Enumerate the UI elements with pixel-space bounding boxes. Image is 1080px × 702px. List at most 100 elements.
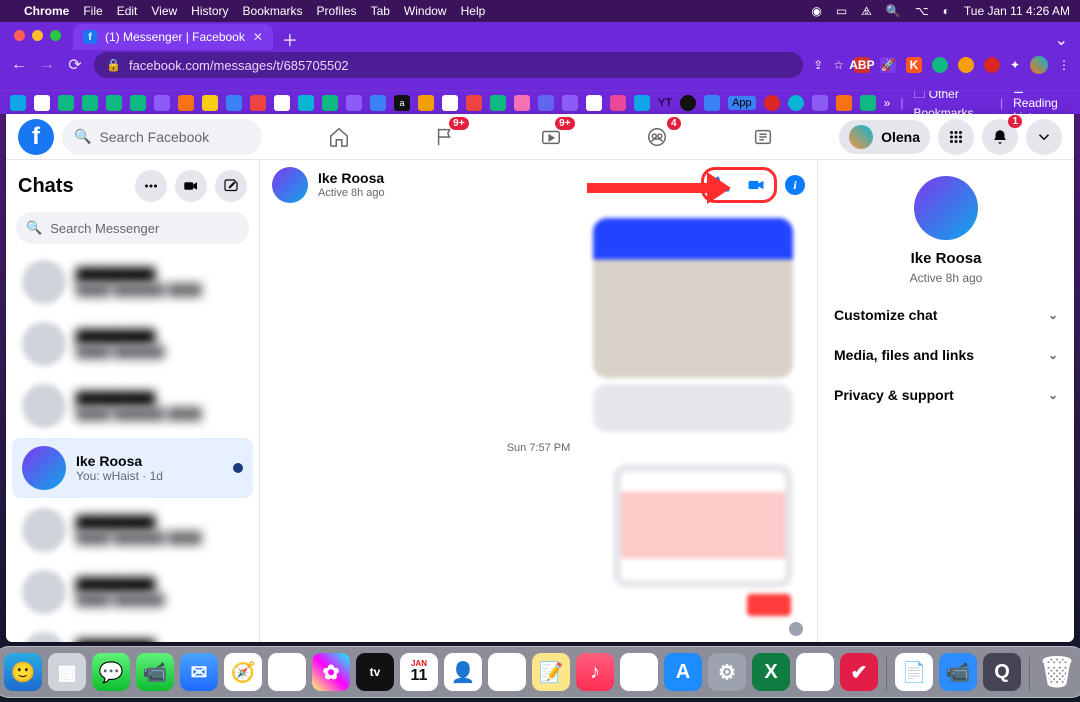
browser-tab[interactable]: f (1) Messenger | Facebook ✕ [73, 24, 273, 50]
dock-mail-icon[interactable]: ✉ [180, 653, 218, 691]
tab-close-icon[interactable]: ✕ [253, 30, 263, 44]
message-image[interactable] [747, 594, 791, 616]
dock-calendar-icon[interactable]: JAN11 [400, 653, 438, 691]
extension-orange-icon[interactable] [958, 57, 974, 73]
battery-icon[interactable]: ▭ [836, 4, 847, 18]
dock-chrome-icon[interactable]: ◉ [796, 653, 834, 691]
bookmark-icon[interactable] [10, 95, 26, 111]
extension-green-icon[interactable] [932, 57, 948, 73]
reading-list-button[interactable]: ☰ Reading List [1013, 90, 1070, 114]
menu-file[interactable]: File [83, 4, 102, 18]
thread-item-active[interactable]: Ike RoosaYou: wHaist · 1d [12, 438, 253, 498]
menu-bookmarks[interactable]: Bookmarks [243, 4, 303, 18]
profile-chip[interactable]: Olena [839, 120, 930, 154]
details-privacy-support[interactable]: Privacy & support⌄ [830, 377, 1062, 413]
bookmark-icon[interactable] [250, 95, 266, 111]
menu-window[interactable]: Window [404, 4, 447, 18]
menu-grid-button[interactable] [938, 119, 974, 155]
bookmark-icon[interactable] [634, 95, 650, 111]
dock-trash-icon[interactable]: 🗑 [1038, 653, 1076, 691]
app-menu[interactable]: Chrome [24, 4, 69, 18]
extensions-icon[interactable]: ✦ [1010, 58, 1020, 72]
bookmark-icon[interactable] [704, 95, 720, 111]
thread-item[interactable]: ████████████ ██████ [12, 562, 253, 622]
thread-item[interactable]: ████████████ ██████ ████ [12, 376, 253, 436]
bookmark-icon[interactable]: a [394, 95, 410, 111]
menu-tab[interactable]: Tab [371, 4, 390, 18]
dock-appstore-icon[interactable]: A [664, 653, 702, 691]
dock-facetime-icon[interactable]: 📹 [136, 653, 174, 691]
bookmark-icon[interactable] [82, 95, 98, 111]
new-video-room-button[interactable] [175, 170, 207, 202]
facebook-search[interactable]: 🔍 Search Facebook [62, 119, 262, 155]
conversation-info-button[interactable]: i [785, 175, 805, 195]
dock-music-icon[interactable]: ♪ [576, 653, 614, 691]
bookmark-icon[interactable] [106, 95, 122, 111]
bookmark-icon[interactable] [764, 95, 780, 111]
tab-overflow-icon[interactable]: ⌄ [1055, 30, 1072, 50]
bookmarks-overflow-icon[interactable]: » [884, 96, 891, 110]
bookmark-icon[interactable] [322, 95, 338, 111]
bookmark-icon[interactable] [298, 95, 314, 111]
dock-contacts-icon[interactable]: 👤 [444, 653, 482, 691]
forward-button[interactable]: → [38, 56, 56, 74]
dock-notes-icon[interactable]: 📝 [532, 653, 570, 691]
dock-app-icon[interactable]: 📄 [895, 653, 933, 691]
chats-options-button[interactable] [135, 170, 167, 202]
bookmark-icon[interactable] [812, 95, 828, 111]
video-call-button[interactable] [744, 173, 768, 197]
details-name[interactable]: Ike Roosa [911, 250, 982, 267]
menu-edit[interactable]: Edit [117, 4, 138, 18]
bookmark-icon[interactable] [514, 95, 530, 111]
nav-news[interactable] [745, 119, 781, 155]
bookmark-icon[interactable] [274, 95, 290, 111]
menubar-clock[interactable]: Tue Jan 11 4:26 AM [964, 4, 1070, 18]
bookmark-icon[interactable] [836, 95, 852, 111]
dock-finder-icon[interactable]: 🙂 [4, 653, 42, 691]
conversation-title[interactable]: Ike Roosa [318, 171, 385, 186]
new-message-button[interactable] [215, 170, 247, 202]
dock-safari-icon[interactable]: 🧭 [224, 653, 262, 691]
dock-photos-icon[interactable]: ✿ [312, 653, 350, 691]
share-icon[interactable]: ⇪ [813, 58, 823, 72]
nav-home[interactable] [321, 119, 357, 155]
record-icon[interactable]: ◉ [811, 4, 821, 18]
bookmark-icon[interactable] [154, 95, 170, 111]
extension-red-icon[interactable] [984, 57, 1000, 73]
thread-item[interactable]: ████████████ ██████ ████ [12, 500, 253, 560]
extension-rocket-icon[interactable]: 🚀 [880, 57, 896, 73]
bookmark-icon[interactable] [490, 95, 506, 111]
dock-slack-icon[interactable]: ⁕ [620, 653, 658, 691]
nav-pages[interactable]: 9+ [427, 119, 463, 155]
bookmark-icon[interactable] [58, 95, 74, 111]
bookmark-icon[interactable] [346, 95, 362, 111]
account-menu-button[interactable] [1026, 119, 1062, 155]
dock-tv-icon[interactable]: tv [356, 653, 394, 691]
bookmark-icon[interactable] [34, 95, 50, 111]
new-tab-button[interactable]: ＋ [279, 28, 301, 50]
bookmark-icon[interactable] [202, 95, 218, 111]
reload-button[interactable]: ⟳ [66, 56, 84, 74]
bookmark-icon[interactable] [370, 95, 386, 111]
conversation-avatar-icon[interactable] [272, 167, 308, 203]
nav-watch[interactable]: 9+ [533, 119, 569, 155]
message-image[interactable] [593, 218, 793, 378]
dock-settings-icon[interactable]: ⚙ [708, 653, 746, 691]
address-bar[interactable]: 🔒 facebook.com/messages/t/685705502 [94, 52, 803, 78]
message-list[interactable]: Sun 7:57 PM [260, 210, 817, 642]
profile-avatar-icon[interactable] [1030, 56, 1048, 74]
bookmark-icon[interactable] [680, 95, 696, 111]
bookmark-icon[interactable] [538, 95, 554, 111]
wifi-icon[interactable]: ⧌ [861, 4, 872, 19]
menu-view[interactable]: View [151, 4, 177, 18]
bookmark-icon[interactable] [130, 95, 146, 111]
chrome-menu-icon[interactable]: ⋮ [1058, 58, 1070, 72]
bookmark-icon[interactable] [418, 95, 434, 111]
window-controls[interactable] [8, 30, 67, 47]
bookmark-icon[interactable] [442, 95, 458, 111]
control-center-icon[interactable]: ⌥ [915, 4, 929, 18]
bookmark-icon[interactable] [586, 95, 602, 111]
details-customize-chat[interactable]: Customize chat⌄ [830, 297, 1062, 333]
bookmark-icon[interactable] [860, 95, 876, 111]
menu-history[interactable]: History [191, 4, 228, 18]
